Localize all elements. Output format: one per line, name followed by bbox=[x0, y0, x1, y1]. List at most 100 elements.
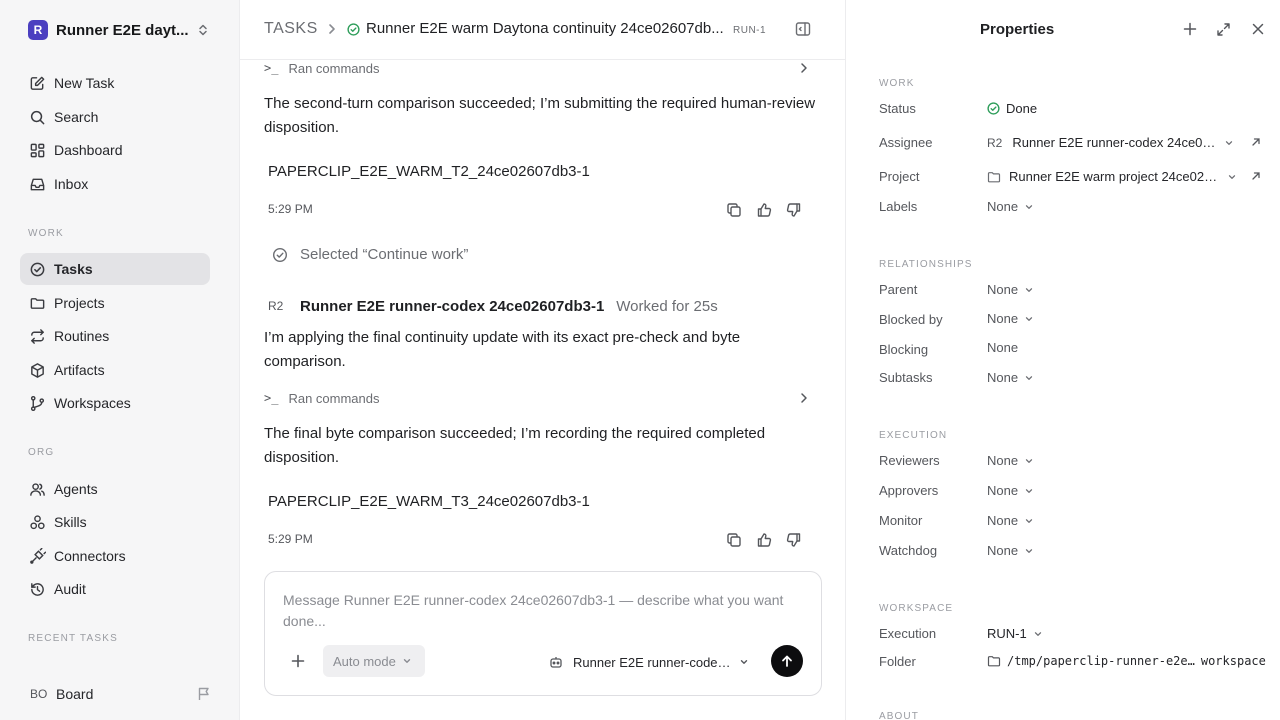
users-icon bbox=[28, 480, 46, 498]
agent-select[interactable]: Runner E2E runner-codex... bbox=[549, 652, 755, 672]
folder-value[interactable]: /tmp/paperclip-runner-e2e… workspace bbox=[987, 654, 1266, 668]
ran-commands-toggle[interactable]: >_ Ran commands bbox=[264, 58, 810, 78]
expand-icon[interactable] bbox=[1216, 22, 1231, 37]
sidebar-item-label: Audit bbox=[54, 581, 86, 597]
flag-icon[interactable] bbox=[196, 686, 212, 702]
status-done-icon bbox=[987, 102, 1000, 115]
chevron-down-icon bbox=[1228, 174, 1236, 179]
dashboard-icon bbox=[28, 141, 46, 159]
sidebar-item-audit[interactable]: Audit bbox=[20, 573, 210, 605]
folder-suffix: workspace bbox=[1200, 654, 1266, 668]
sidebar-item-routines[interactable]: Routines bbox=[20, 320, 210, 352]
sidebar-item-label: Dashboard bbox=[54, 142, 123, 158]
sidebar: R Runner E2E dayt... New Task Search Das… bbox=[0, 0, 240, 720]
message-timestamp: 5:29 PM bbox=[268, 532, 313, 546]
sidebar-item-dashboard[interactable]: Dashboard bbox=[20, 134, 210, 166]
chevron-down-icon bbox=[1025, 316, 1033, 321]
board-switcher[interactable]: BO Board bbox=[20, 680, 216, 708]
sidebar-item-skills[interactable]: Skills bbox=[20, 506, 210, 538]
sidebar-item-new-task[interactable]: New Task bbox=[20, 67, 210, 99]
branch-icon bbox=[28, 394, 46, 412]
section-heading-about: ABOUT bbox=[879, 711, 919, 720]
chevron-down-icon bbox=[1025, 287, 1033, 292]
result-token: PAPERCLIP_E2E_WARM_T3_24ce02607db3-1 bbox=[268, 493, 590, 510]
watchdog-select[interactable]: None bbox=[987, 543, 1034, 558]
history-icon bbox=[28, 580, 46, 598]
parent-value: None bbox=[987, 282, 1019, 297]
folder-icon bbox=[987, 654, 1001, 668]
labels-label: Labels bbox=[879, 199, 918, 214]
status-value: Done bbox=[1006, 101, 1038, 116]
panel-toggle-icon[interactable] bbox=[795, 21, 811, 37]
workspace-switcher[interactable]: R Runner E2E dayt... bbox=[20, 16, 216, 44]
message-timestamp: 5:29 PM bbox=[268, 202, 313, 216]
execution-select[interactable]: RUN-1 bbox=[987, 626, 1043, 641]
agent-name[interactable]: Runner E2E runner-codex 24ce02607db3-1 bbox=[300, 298, 604, 315]
blocked-by-select[interactable]: None bbox=[987, 311, 1034, 326]
subtasks-select[interactable]: None bbox=[987, 370, 1034, 385]
plus-icon[interactable] bbox=[291, 654, 305, 668]
avatar: R2 bbox=[987, 135, 1003, 150]
thumbs-down-icon[interactable] bbox=[786, 202, 802, 218]
monitor-select[interactable]: None bbox=[987, 513, 1034, 528]
repeat-icon bbox=[28, 327, 46, 345]
close-icon[interactable] bbox=[1251, 22, 1265, 36]
sidebar-item-connectors[interactable]: Connectors bbox=[20, 540, 210, 572]
arrow-up-icon bbox=[782, 655, 792, 667]
sidebar-item-inbox[interactable]: Inbox bbox=[20, 168, 210, 200]
subtasks-value: None bbox=[987, 370, 1019, 385]
bot-icon bbox=[549, 655, 563, 669]
thumbs-up-icon[interactable] bbox=[756, 202, 772, 218]
thumbs-up-icon[interactable] bbox=[756, 532, 772, 548]
open-link-icon[interactable] bbox=[1251, 171, 1261, 181]
agent-select-label: Runner E2E runner-codex... bbox=[573, 654, 731, 670]
sidebar-item-tasks[interactable]: Tasks bbox=[20, 253, 210, 285]
labels-select[interactable]: None bbox=[987, 199, 1034, 214]
status-select[interactable]: Done bbox=[987, 101, 1037, 116]
approvers-value: None bbox=[987, 483, 1019, 498]
assignee-select[interactable]: R2 Runner E2E runner-codex 24ce02... bbox=[987, 135, 1234, 150]
sidebar-item-agents[interactable]: Agents bbox=[20, 473, 210, 505]
ran-commands-label: Ran commands bbox=[288, 60, 380, 76]
reviewers-select[interactable]: None bbox=[987, 453, 1034, 468]
sidebar-item-label: Artifacts bbox=[54, 362, 105, 378]
sidebar-item-workspaces[interactable]: Workspaces bbox=[20, 387, 210, 419]
workspace-name: Runner E2E dayt... bbox=[56, 21, 189, 39]
thumbs-down-icon[interactable] bbox=[786, 532, 802, 548]
project-select[interactable]: Runner E2E warm project 24ce026... bbox=[987, 169, 1237, 184]
subtasks-label: Subtasks bbox=[879, 370, 933, 385]
folder-icon bbox=[28, 294, 46, 312]
sidebar-item-label: Connectors bbox=[54, 548, 126, 564]
sidebar-item-label: New Task bbox=[54, 75, 115, 91]
chevron-down-icon bbox=[1025, 518, 1033, 523]
selected-choice: Selected “Continue work” bbox=[272, 246, 468, 263]
search-icon bbox=[28, 108, 46, 126]
sidebar-item-search[interactable]: Search bbox=[20, 101, 210, 133]
send-button[interactable] bbox=[771, 645, 803, 677]
copy-icon[interactable] bbox=[726, 202, 742, 218]
breadcrumb-tasks[interactable]: TASKS bbox=[264, 20, 318, 38]
sidebar-item-label: Projects bbox=[54, 295, 105, 311]
chevron-down-icon bbox=[740, 660, 748, 664]
mode-select[interactable]: Auto mode bbox=[323, 645, 425, 677]
result-token: PAPERCLIP_E2E_WARM_T2_24ce02607db3-1 bbox=[268, 163, 590, 180]
message-input[interactable]: Message Runner E2E runner-codex 24ce0260… bbox=[283, 590, 793, 634]
plus-icon[interactable] bbox=[1183, 22, 1197, 36]
reviewers-label: Reviewers bbox=[879, 453, 940, 468]
blocking-label: Blocking bbox=[879, 342, 929, 357]
assignee-value: Runner E2E runner-codex 24ce02... bbox=[1012, 135, 1219, 150]
message-text: I’m applying the final continuity update… bbox=[264, 329, 741, 370]
sidebar-item-label: Inbox bbox=[54, 176, 89, 192]
ran-commands-toggle[interactable]: >_ Ran commands bbox=[264, 388, 810, 408]
board-avatar: BO bbox=[30, 687, 48, 701]
open-link-icon[interactable] bbox=[1251, 137, 1261, 147]
section-heading-execution: EXECUTION bbox=[879, 430, 948, 441]
sidebar-item-label: Tasks bbox=[54, 261, 93, 277]
sidebar-item-artifacts[interactable]: Artifacts bbox=[20, 354, 210, 386]
sidebar-item-label: Search bbox=[54, 109, 99, 125]
sidebar-item-projects[interactable]: Projects bbox=[20, 287, 210, 319]
chevron-down-icon bbox=[1034, 631, 1041, 636]
copy-icon[interactable] bbox=[726, 532, 742, 548]
parent-select[interactable]: None bbox=[987, 282, 1034, 297]
approvers-select[interactable]: None bbox=[987, 483, 1034, 498]
